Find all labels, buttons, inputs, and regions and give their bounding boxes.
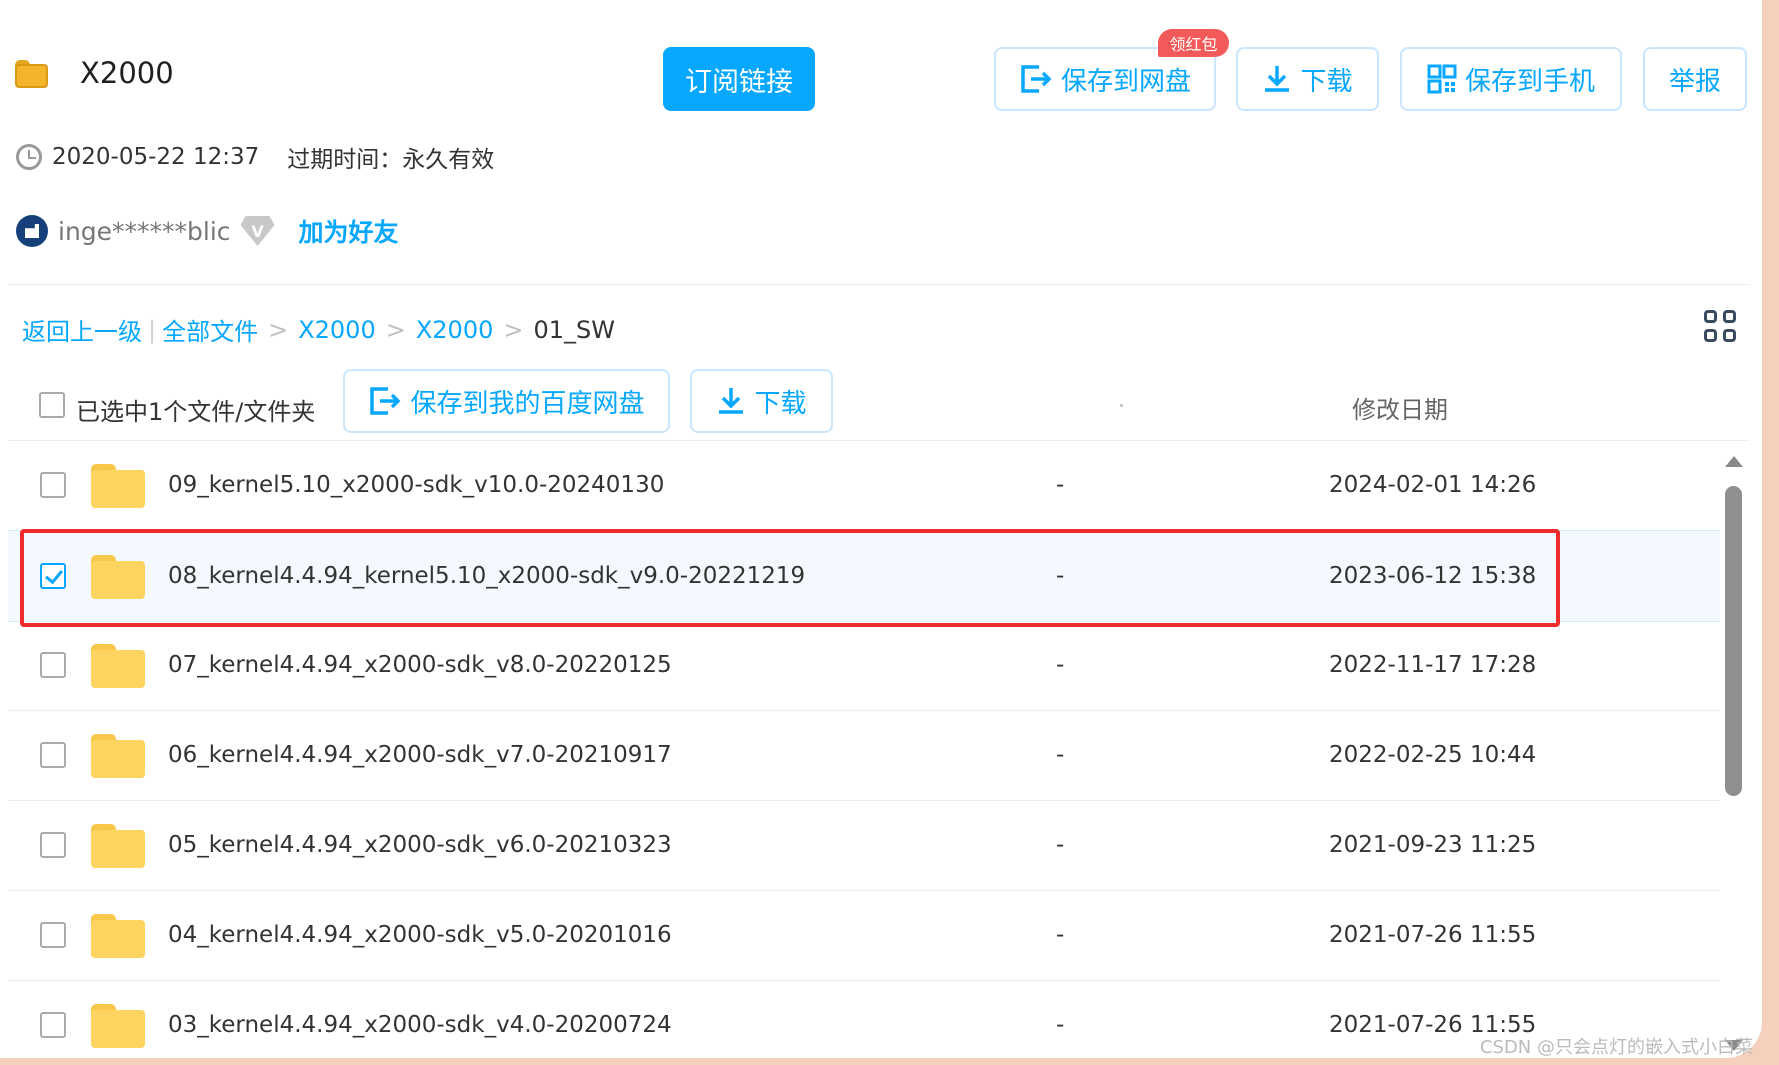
breadcrumb-current: 01_SW xyxy=(533,315,615,344)
share-meta: 2020-05-22 12:37 过期时间：永久有效 xyxy=(16,140,494,174)
table-row[interactable]: 07_kernel4.4.94_x2000-sdk_v8.0-20220125 -… xyxy=(8,620,1720,711)
table-row[interactable]: 04_kernel4.4.94_x2000-sdk_v5.0-20201016 -… xyxy=(8,890,1720,981)
share-page: X2000 订阅链接 保存到网盘 领红包 下载 保存到手机 举报 2020-05… xyxy=(0,0,1762,1058)
row-checkbox[interactable] xyxy=(40,1012,66,1038)
avatar[interactable] xyxy=(16,215,48,247)
file-date: 2022-11-17 17:28 xyxy=(1329,652,1537,678)
clock-icon xyxy=(16,144,42,170)
download-label: 下载 xyxy=(1300,66,1353,97)
qr-code-icon xyxy=(1427,64,1457,94)
folder-icon xyxy=(91,734,145,778)
row-checkbox[interactable] xyxy=(40,832,66,858)
watermark: CSDN @只会点灯的嵌入式小白菜 xyxy=(1479,1037,1753,1058)
breadcrumb-all-files[interactable]: 全部文件 xyxy=(162,312,258,347)
folder-icon xyxy=(91,464,145,508)
folder-icon xyxy=(15,60,48,88)
file-name[interactable]: 09_kernel5.10_x2000-sdk_v10.0-20240130 xyxy=(168,472,664,498)
breadcrumb-x2000-sub[interactable]: X2000 xyxy=(416,316,494,344)
file-size: - xyxy=(1056,472,1065,498)
file-name[interactable]: 07_kernel4.4.94_x2000-sdk_v8.0-20220125 xyxy=(168,652,672,678)
table-row[interactable]: 09_kernel5.10_x2000-sdk_v10.0-20240130 - 2… xyxy=(8,440,1720,531)
save-icon xyxy=(368,385,402,417)
red-packet-badge[interactable]: 领红包 xyxy=(1158,29,1229,57)
table-row[interactable]: 05_kernel4.4.94_x2000-sdk_v6.0-20210323 -… xyxy=(8,800,1720,891)
subscribe-button[interactable]: 订阅链接 xyxy=(663,47,815,111)
file-name[interactable]: 03_kernel4.4.94_x2000-sdk_v4.0-20200724 xyxy=(168,1012,672,1038)
toolbar-download-button[interactable]: 下载 xyxy=(690,369,833,433)
download-icon xyxy=(716,385,746,417)
file-size: - xyxy=(1056,1012,1065,1038)
download-icon xyxy=(1262,63,1292,95)
vip-diamond-icon: V xyxy=(240,216,275,246)
save-icon xyxy=(1019,63,1053,95)
highlight-box xyxy=(20,529,1560,627)
row-checkbox[interactable] xyxy=(40,472,66,498)
save-to-phone-button[interactable]: 保存到手机 xyxy=(1400,47,1622,111)
row-checkbox[interactable] xyxy=(40,652,66,678)
file-size: - xyxy=(1056,922,1065,948)
folder-icon xyxy=(91,644,145,688)
scrollbar-thumb[interactable] xyxy=(1725,486,1742,796)
table-row[interactable]: 03_kernel4.4.94_x2000-sdk_v4.0-20200724 -… xyxy=(8,980,1720,1058)
file-size: - xyxy=(1056,832,1065,858)
file-name[interactable]: 06_kernel4.4.94_x2000-sdk_v7.0-20210917 xyxy=(168,742,672,768)
sharer-info: inge******blic V 加为好友 xyxy=(16,213,399,249)
file-size: - xyxy=(1056,652,1065,678)
created-time: 2020-05-22 12:37 xyxy=(52,144,260,170)
back-link[interactable]: 返回上一级 xyxy=(22,312,142,347)
row-checkbox[interactable] xyxy=(40,922,66,948)
download-button[interactable]: 下载 xyxy=(1236,47,1379,111)
file-name[interactable]: 04_kernel4.4.94_x2000-sdk_v5.0-20201016 xyxy=(168,922,672,948)
save-to-netdisk-label: 保存到网盘 xyxy=(1060,66,1191,97)
expiry-text: 过期时间：永久有效 xyxy=(287,147,495,173)
grid-view-icon[interactable] xyxy=(1704,310,1738,344)
table-row[interactable]: 06_kernel4.4.94_x2000-sdk_v7.0-20210917 -… xyxy=(8,710,1720,801)
folder-icon xyxy=(91,1004,145,1048)
folder-icon xyxy=(91,914,145,958)
save-to-my-baidu-button[interactable]: 保存到我的百度网盘 xyxy=(343,369,670,433)
breadcrumb-arrow: > xyxy=(503,315,524,344)
breadcrumb-arrow: > xyxy=(385,315,406,344)
file-date: 2024-02-01 14:26 xyxy=(1329,472,1537,498)
toolbar-download-label: 下载 xyxy=(754,388,807,419)
select-all-checkbox[interactable] xyxy=(39,392,65,418)
folder-icon xyxy=(91,824,145,868)
scroll-up-arrow[interactable] xyxy=(1725,456,1743,467)
breadcrumb-arrow: > xyxy=(268,315,289,344)
report-button[interactable]: 举报 xyxy=(1643,47,1747,111)
save-to-my-baidu-label: 保存到我的百度网盘 xyxy=(410,388,645,419)
username[interactable]: inge******blic xyxy=(58,217,231,246)
file-size: - xyxy=(1056,742,1065,768)
file-date: 2021-09-23 11:25 xyxy=(1329,832,1537,858)
add-friend-link[interactable]: 加为好友 xyxy=(299,213,399,249)
save-to-phone-label: 保存到手机 xyxy=(1464,66,1595,97)
row-checkbox[interactable] xyxy=(40,742,66,768)
breadcrumb-x2000[interactable]: X2000 xyxy=(298,316,376,344)
breadcrumb: 返回上一级 | 全部文件 > X2000 > X2000 > 01_SW xyxy=(22,312,615,347)
file-date: 2022-02-25 10:44 xyxy=(1329,742,1537,768)
divider xyxy=(8,284,1750,285)
column-dot xyxy=(1120,404,1123,407)
column-header-modified[interactable]: 修改日期 xyxy=(1352,390,1448,425)
file-date: 2021-07-26 11:55 xyxy=(1329,922,1537,948)
page-title: X2000 xyxy=(80,56,174,90)
file-name[interactable]: 05_kernel4.4.94_x2000-sdk_v6.0-20210323 xyxy=(168,832,672,858)
selection-count: 已选中1个文件/文件夹 xyxy=(76,398,316,426)
breadcrumb-divider: | xyxy=(148,315,157,344)
